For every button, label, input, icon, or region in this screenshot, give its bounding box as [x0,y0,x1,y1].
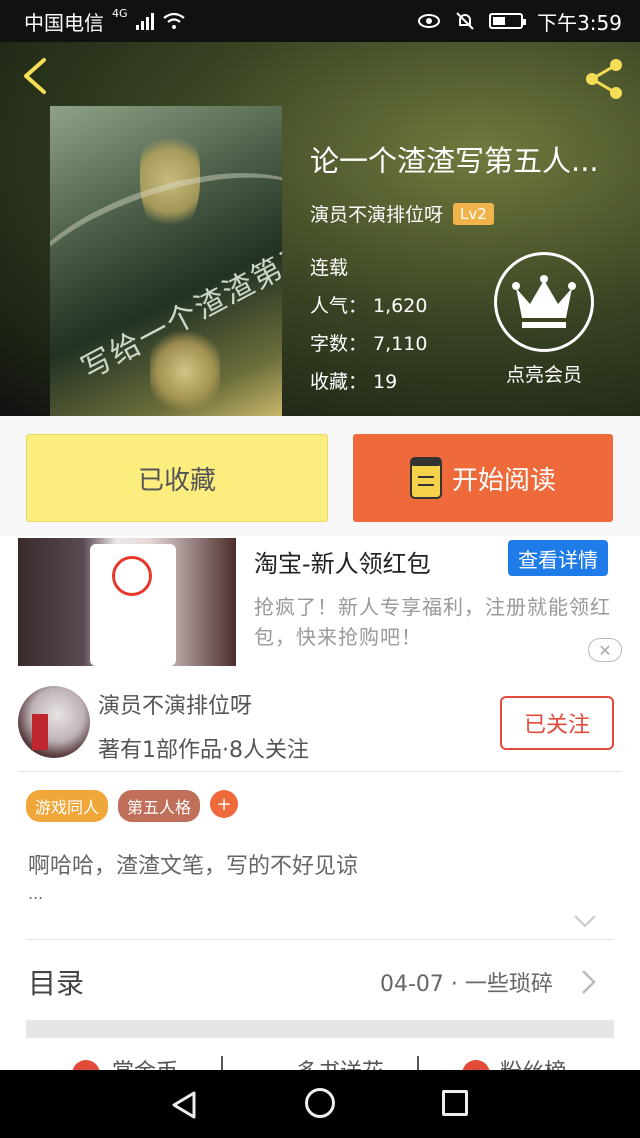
signal-icon [135,12,154,30]
tag-game-fanfic[interactable]: 游戏同人 [26,790,109,822]
start-reading-button[interactable]: 开始阅读 [353,434,613,522]
divider [26,939,614,940]
tag-list: 游戏同人 第五人格 + [26,790,239,822]
tag-identity-v[interactable]: 第五人格 [118,790,201,822]
book-cover[interactable]: 写给一个渣渣第五人同人文 [50,106,282,416]
book-title: 论一个渣渣写第五人... [310,144,599,178]
level-badge: Lv2 [453,202,494,225]
network-type: 4G [112,6,128,20]
word-count-label: 字数： [310,333,368,355]
system-nav-bar [0,1070,640,1138]
favorited-button[interactable]: 已收藏 [26,434,328,522]
ad-title[interactable]: 淘宝-新人领红包 [254,544,431,579]
avatar[interactable] [18,686,90,758]
back-arrow-icon[interactable] [16,56,56,96]
description-ellipsis: ... [28,884,44,903]
status-bar: 中国电信 4G 下午3:59 [0,0,640,42]
add-tag-button[interactable]: + [210,790,239,818]
bottom-action-tabs: 赏金币 多书送花 粉丝榜 [0,1050,640,1072]
nav-back-icon[interactable] [170,1090,198,1120]
author-section: 演员不演排位呀 著有1部作品·8人关注 已关注 游戏同人 第五人格 + 啊哈哈，… [0,670,640,1072]
crown-icon [512,275,576,328]
nav-home-icon[interactable] [305,1088,335,1118]
book-header: 写给一个渣渣第五人同人文 论一个渣渣写第五人... 演员不演排位呀 Lv2 连载… [0,42,640,416]
mute-bell-icon [456,12,474,30]
popularity-label: 人气： [310,295,368,317]
chevron-down-icon[interactable] [573,913,597,929]
share-icon[interactable] [582,56,628,102]
eye-icon [418,14,441,28]
book-description: 啊哈哈，渣渣文笔，写的不好见谅 [28,854,359,879]
carrier-text: 中国电信 [24,10,104,35]
ad-description: 抢疯了！新人专享福利，注册就能领红包，快来抢购吧！ [254,595,611,649]
book-author-row: 演员不演排位呀 Lv2 [310,200,620,227]
action-bar: 已收藏 开始阅读 [0,416,640,536]
ad-banner[interactable]: 淘宝-新人领红包 查看详情 抢疯了！新人专享福利，注册就能领红包，快来抢购吧！ … [0,536,640,670]
favorites-label: 收藏： [310,371,368,393]
author-name[interactable]: 演员不演排位呀 [98,688,252,720]
author-stats: 著有1部作品·8人关注 [98,738,309,763]
toc-label[interactable]: 目录 [28,962,84,1002]
wifi-icon [162,12,185,29]
book-author[interactable]: 演员不演排位呀 [310,200,443,227]
ad-image[interactable] [18,538,236,666]
follow-button[interactable]: 已关注 [500,696,614,750]
battery-icon [489,13,527,29]
vip-label: 点亮会员 [505,364,582,386]
vip-button[interactable]: 点亮会员 [492,252,596,387]
start-reading-label: 开始阅读 [451,465,556,496]
toc-latest-chapter[interactable]: 04-07 · 一些琐碎 [380,966,553,998]
close-icon[interactable]: ✕ [588,638,622,662]
chevron-right-icon[interactable] [580,968,598,996]
ad-detail-button[interactable]: 查看详情 [508,540,608,576]
red-packet-icon [112,556,152,596]
favorites-value: 19 [373,371,398,393]
clock-text: 下午3:59 [537,10,622,35]
section-separator [26,1020,614,1038]
popularity-value: 1,620 [373,295,428,317]
book-icon [409,457,442,499]
divider [18,771,622,772]
word-count-value: 7,110 [373,333,428,355]
nav-recent-apps-icon[interactable] [442,1090,468,1116]
crown-icon-circle [494,252,594,352]
